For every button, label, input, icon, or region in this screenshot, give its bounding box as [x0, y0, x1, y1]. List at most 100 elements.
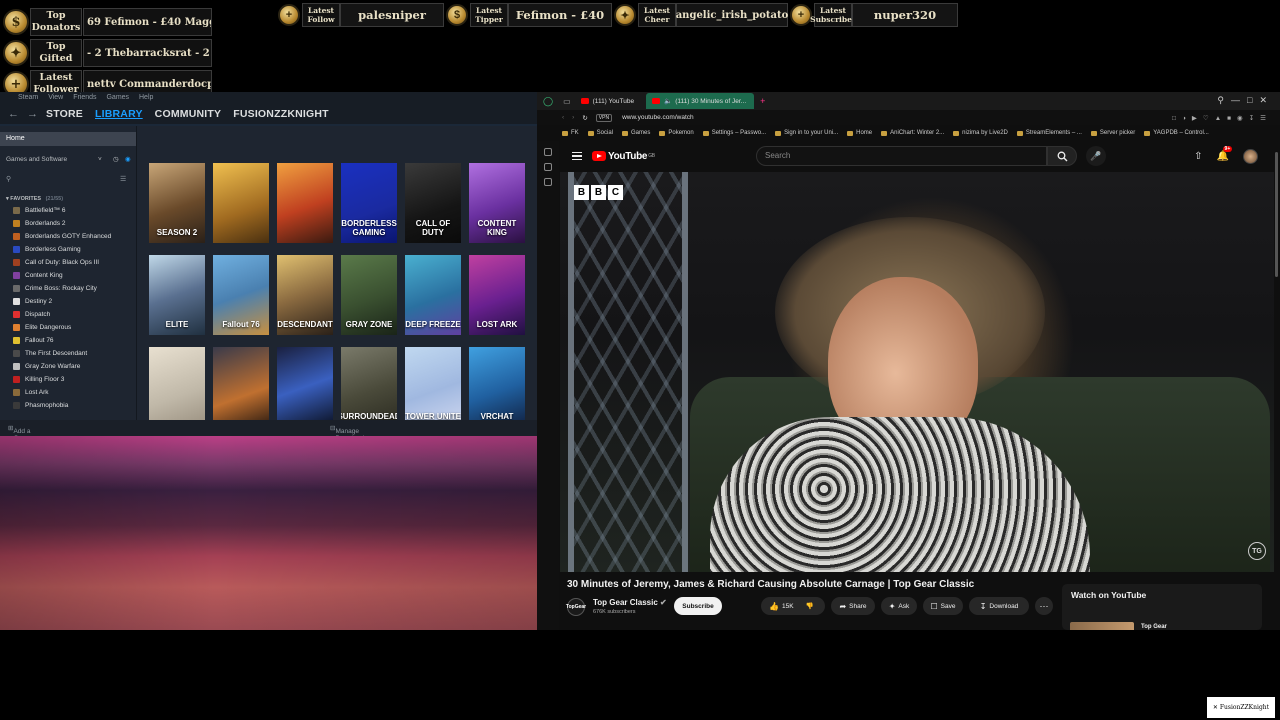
menu-friends[interactable]: Friends	[73, 94, 96, 101]
avatar[interactable]	[1243, 148, 1258, 164]
like-dislike-button[interactable]: 👍 15K 👎	[761, 597, 825, 615]
url-field[interactable]: www.youtube.com/watch	[622, 114, 694, 121]
game-tile[interactable]	[277, 347, 333, 427]
subscribe-button[interactable]: Subscribe	[674, 597, 722, 615]
window-controls[interactable]: ⚲—□✕	[1217, 95, 1274, 106]
bookmark-item[interactable]: Server picker	[1090, 130, 1135, 136]
game-tile[interactable]: DEEP FREEZE	[405, 255, 461, 335]
favorites-header[interactable]: ▾ FAVORITES (21/55)	[0, 196, 136, 202]
search-button[interactable]	[1047, 146, 1077, 166]
menu-help[interactable]: Help	[139, 94, 153, 101]
nav-profile[interactable]: FUSIONZZKNIGHT	[233, 108, 329, 120]
sidebar-settings-icon[interactable]	[544, 178, 552, 186]
youtube-logo[interactable]: YouTube GB	[592, 151, 655, 162]
bookmark-item[interactable]: Pokemon	[659, 130, 694, 136]
channel-avatar[interactable]: TopGear	[566, 598, 586, 616]
notifications-bell-icon[interactable]: 🔔 9+	[1217, 145, 1233, 162]
download-button[interactable]: ↧ Download	[969, 597, 1029, 615]
add-game-button[interactable]: ⊞ Add a Game	[8, 424, 31, 442]
game-tile[interactable]: LOST ARK	[469, 255, 525, 335]
tab-video[interactable]: 🔈 (111) 30 Minutes of Jer...	[646, 93, 755, 109]
game-tile[interactable]: BORDERLESS GAMING	[341, 163, 397, 243]
bookmark-item[interactable]: FK	[562, 130, 579, 136]
clock-icon[interactable]: ◷	[113, 152, 119, 168]
game-tile[interactable]: SURROUNDEAD	[341, 347, 397, 427]
tab-youtube[interactable]: (111) YouTube	[575, 93, 642, 109]
game-tile[interactable]	[277, 163, 333, 243]
sidebar-panel-icon[interactable]	[544, 148, 552, 156]
save-button[interactable]: ☐ Save	[923, 597, 963, 615]
filter-icon[interactable]: ☰	[120, 172, 126, 188]
sidebar-game-item[interactable]: Battlefield™ 6	[0, 204, 136, 217]
sidebar-game-item[interactable]: Killing Floor 3	[0, 373, 136, 386]
forward-icon[interactable]: ›	[572, 114, 574, 121]
bookmark-item[interactable]: Settings – Passwo...	[702, 130, 766, 136]
back-arrow-icon[interactable]: ←	[8, 108, 19, 120]
related-thumbnail[interactable]	[1070, 622, 1134, 630]
share-button[interactable]: ➦ Share	[831, 597, 875, 615]
sidebar-game-item[interactable]: Crime Boss: Rockay City	[0, 282, 136, 295]
game-tile[interactable]: Fallout 76	[213, 255, 269, 335]
back-icon[interactable]: ‹	[562, 114, 564, 121]
sidebar-home[interactable]: Home	[0, 132, 136, 146]
game-tile[interactable]: GRAY ZONE	[341, 255, 397, 335]
sidebar-game-item[interactable]: Destiny 2	[0, 295, 136, 308]
sidebar-game-item[interactable]: Borderlands 2	[0, 217, 136, 230]
menu-steam[interactable]: Steam	[18, 94, 38, 101]
bookmark-item[interactable]: Sign in to your Uni...	[775, 130, 838, 136]
bookmark-item[interactable]: Social	[587, 130, 613, 136]
bookmark-item[interactable]: YAGPDB – Control...	[1144, 130, 1209, 136]
watch-on-youtube-panel[interactable]: Watch on YouTube Top Gear	[1062, 584, 1262, 630]
game-tile[interactable]: DESCENDANT	[277, 255, 333, 335]
game-tile[interactable]: ELITE	[149, 255, 205, 335]
bookmark-item[interactable]: AniChart: Winter 2...	[881, 130, 944, 136]
manage-downloads-button[interactable]: ⊟ Manage Downloads	[330, 424, 368, 442]
game-tile[interactable]: CONTENT KING	[469, 163, 525, 243]
game-tile[interactable]: SEASON 2	[149, 163, 205, 243]
scrollbar[interactable]	[1275, 152, 1278, 277]
game-tile[interactable]	[213, 163, 269, 243]
sidebar-game-item[interactable]: Elite Dangerous	[0, 321, 136, 334]
new-tab-icon[interactable]: +	[760, 96, 765, 106]
sidebar-game-item[interactable]: Phasmophobia	[0, 399, 136, 412]
channel-name[interactable]: Top Gear Classic ✔	[593, 598, 667, 607]
sidebar-game-item[interactable]: Gray Zone Warfare	[0, 360, 136, 373]
forward-arrow-icon[interactable]: →	[27, 108, 38, 120]
game-tile[interactable]	[213, 347, 269, 427]
nav-community[interactable]: COMMUNITY	[155, 108, 222, 120]
sidebar-game-item[interactable]: Call of Duty: Black Ops III	[0, 256, 136, 269]
sidebar-game-item[interactable]: Fallout 76	[0, 334, 136, 347]
game-tile[interactable]	[149, 347, 205, 427]
ask-button[interactable]: ✦ Ask	[881, 597, 917, 615]
menu-view[interactable]: View	[48, 94, 63, 101]
vpn-badge[interactable]: VPN	[595, 113, 613, 122]
extensions-icons[interactable]: □◑▶♡▲■◉↧☰	[1172, 114, 1272, 122]
related-title[interactable]: Top Gear	[1141, 624, 1167, 630]
sidebar-game-item[interactable]: The First Descendant	[0, 347, 136, 360]
more-options-icon[interactable]: ⋯	[1035, 597, 1053, 615]
bookmark-item[interactable]: Home	[847, 130, 872, 136]
bookmark-item[interactable]: nizima by Live2D	[953, 130, 1008, 136]
bookmark-item[interactable]: StreamElements – ...	[1016, 130, 1082, 136]
sidebar-game-item[interactable]: Dispatch	[0, 308, 136, 321]
game-tile[interactable]: CALL OF DUTY	[405, 163, 461, 243]
menu-icon[interactable]	[572, 150, 582, 163]
library-search[interactable]: ⚲ ☰	[0, 172, 136, 188]
microphone-icon[interactable]: 🎤	[1086, 146, 1106, 166]
bookmark-item[interactable]: Games	[622, 130, 650, 136]
video-player[interactable]: BBC TG	[560, 172, 1274, 572]
nav-store[interactable]: STORE	[46, 108, 83, 120]
games-filter-dropdown[interactable]: Games and Software ˅ ◷ ◉	[0, 152, 136, 168]
nav-library[interactable]: LIBRARY	[95, 108, 143, 120]
upload-icon[interactable]: ⇧	[1194, 151, 1202, 162]
reload-icon[interactable]: ↻	[582, 114, 587, 122]
sidebar-game-item[interactable]: Borderlands GOTY Enhanced	[0, 230, 136, 243]
sidebar-game-item[interactable]: Content King	[0, 269, 136, 282]
sidebar-game-item[interactable]: Borderless Gaming	[0, 243, 136, 256]
search-input[interactable]: Search	[756, 146, 1047, 166]
game-tile[interactable]: TOWER UNITE	[405, 347, 461, 427]
game-tile[interactable]: VRCHAT	[469, 347, 525, 427]
sidebar-extension-icon[interactable]	[544, 163, 552, 171]
sidebar-game-item[interactable]: Lost Ark	[0, 386, 136, 399]
download-filter-icon[interactable]: ◉	[125, 152, 131, 168]
